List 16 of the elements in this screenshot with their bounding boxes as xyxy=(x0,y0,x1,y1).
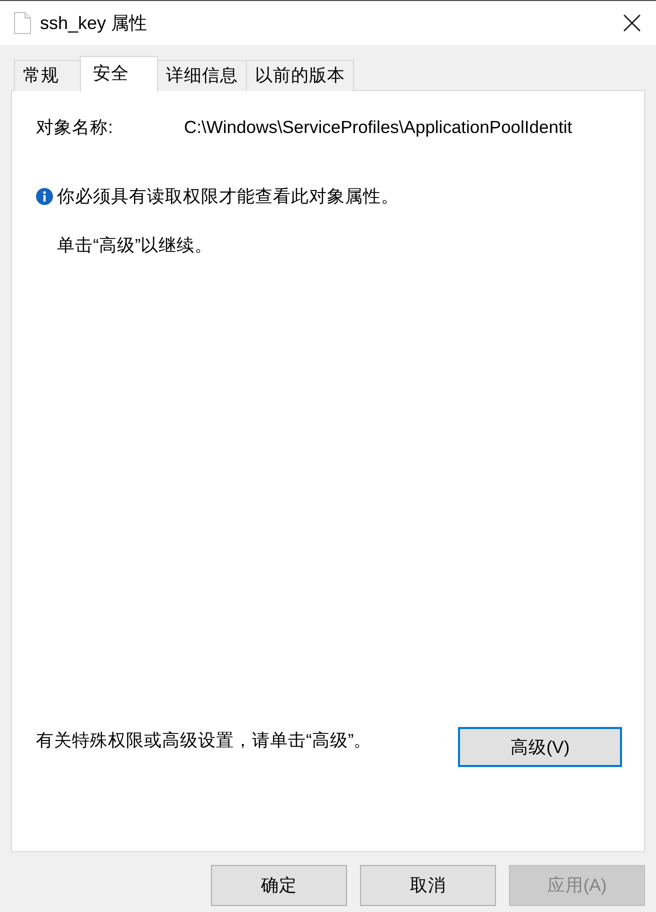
info-message: 你必须具有读取权限才能查看此对象属性。 xyxy=(57,186,399,207)
tab[interactable]: 常规 xyxy=(14,60,82,91)
info-icon xyxy=(36,188,53,205)
advanced-description: 有关特殊权限或高级设置，请单击“高级”。 xyxy=(36,730,372,751)
file-icon xyxy=(14,12,31,34)
field-label: 对象名称: xyxy=(36,117,114,138)
dialog-button[interactable]: 取消 xyxy=(360,865,496,906)
object-path-text: C:\Windows\ServiceProfiles\ApplicationPoolIdentit xyxy=(184,117,572,138)
tab[interactable]: 详细信息 xyxy=(157,60,247,91)
dialog-button[interactable]: 确定 xyxy=(211,865,347,906)
hint-text: 单击“高级”以继续。 xyxy=(57,235,213,256)
tab[interactable]: 安全 xyxy=(80,56,158,92)
tab[interactable]: 以前的版本 xyxy=(246,60,354,91)
advanced-button[interactable]: 高级(V) xyxy=(458,727,622,767)
window-title: ssh_key 属性 xyxy=(40,14,148,32)
close-icon[interactable] xyxy=(623,14,641,32)
